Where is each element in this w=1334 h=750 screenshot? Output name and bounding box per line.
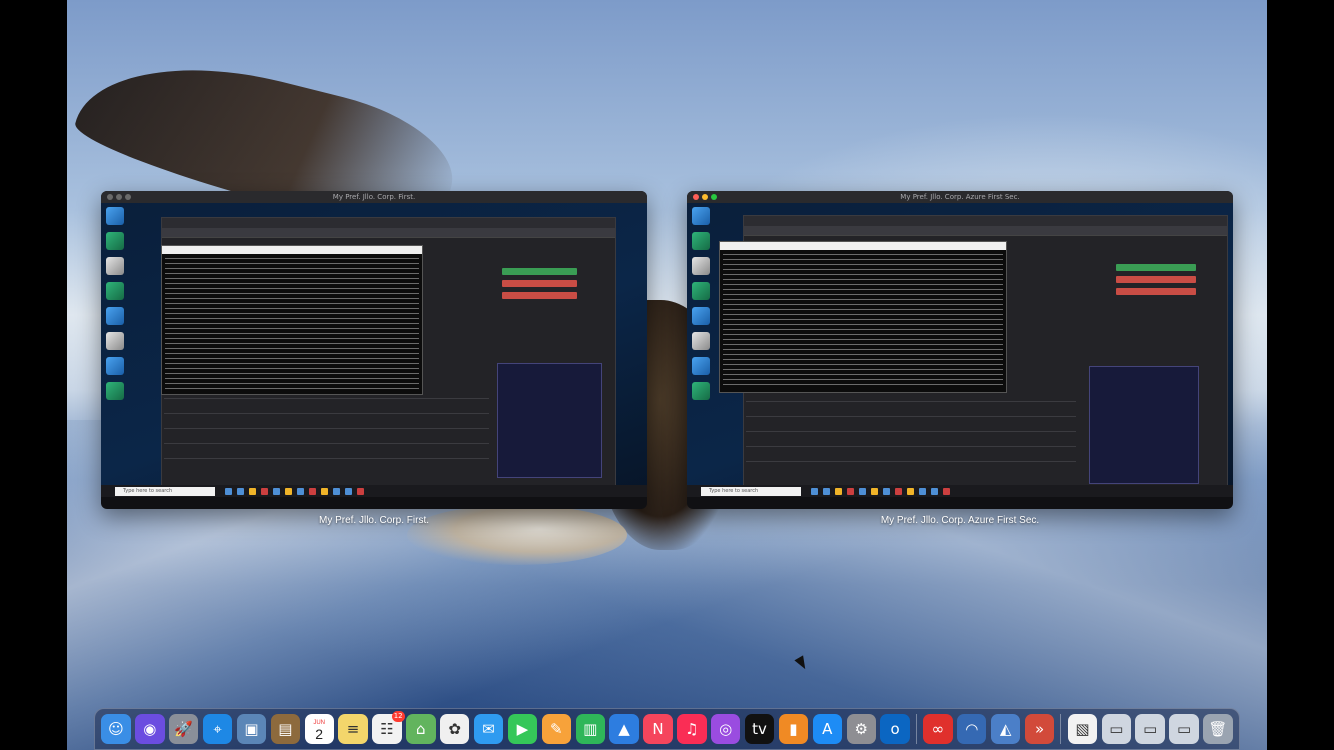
messages-glyph: ✉	[482, 720, 495, 738]
dock-facetime-icon[interactable]: ▶	[507, 714, 538, 744]
preview-glyph: ▣	[244, 720, 259, 738]
dock-apple-tv-icon[interactable]: tv	[744, 714, 775, 744]
books-glyph: ▮	[789, 720, 798, 738]
reminders-glyph: ☷	[380, 720, 394, 738]
dock-news-icon[interactable]: N	[643, 714, 673, 744]
dock-podcasts-icon[interactable]: ◎	[711, 714, 741, 744]
window-thumb-3-glyph: ▭	[1176, 720, 1192, 738]
dock-maps-icon[interactable]: ⌂	[406, 714, 436, 744]
dock-safari-icon[interactable]: ⌖	[202, 714, 233, 744]
dock-messages-icon[interactable]: ✉	[473, 714, 504, 744]
reminders-badge: 12	[391, 711, 405, 722]
windows-taskbar: Type here to search	[101, 485, 647, 497]
apple-tv-glyph: tv	[752, 720, 767, 738]
window-label-2[interactable]: My Pref. Jllo. Corp. Azure First Sec.	[687, 515, 1233, 526]
maps-glyph: ⌂	[416, 720, 426, 738]
launchpad-glyph: 🚀	[174, 720, 194, 738]
window-title: My Pref. Jllo. Corp. First.	[332, 193, 416, 201]
news-glyph: N	[652, 720, 664, 738]
eagle-tail	[407, 505, 627, 565]
dock-preview-icon[interactable]: ▣	[236, 714, 267, 744]
dock-remote-desktop-icon[interactable]: »	[1024, 714, 1055, 744]
creative-cloud-glyph: ∞	[931, 720, 945, 738]
dock-books-icon[interactable]: ▮	[778, 714, 809, 744]
network-radar-glyph: ◭	[999, 720, 1012, 738]
facetime-glyph: ▶	[516, 720, 529, 738]
numbers-glyph: ▥	[583, 720, 598, 738]
system-preferences-glyph: ⚙	[854, 720, 868, 738]
trash-glyph: 🗑	[1208, 720, 1228, 738]
dock-outlook-icon[interactable]: o	[880, 714, 910, 744]
window-thumbnail-1[interactable]: My Pref. Jllo. Corp. First. Type here to…	[101, 191, 647, 509]
window-label-1[interactable]: My Pref. Jllo. Corp. First.	[101, 515, 647, 526]
pages-glyph: ✎	[550, 720, 563, 738]
dock-pages-icon[interactable]: ✎	[541, 714, 571, 744]
dock-wifi-explorer-icon[interactable]: ◠	[957, 714, 987, 744]
dock-separator	[1060, 714, 1062, 744]
remote-desktop-screen[interactable]: Type here to search	[101, 203, 647, 497]
window-titlebar: My Pref. Jllo. Corp. Azure First Sec.	[687, 191, 1233, 203]
taskbar-search[interactable]: Type here to search	[701, 486, 801, 496]
dock-notes-icon[interactable]: ≡	[338, 714, 368, 744]
music-glyph: ♫	[685, 720, 699, 738]
dock-calendar-icon[interactable]: JUN 2	[304, 714, 334, 744]
notes-glyph: ≡	[346, 720, 360, 738]
window-thumbnail-2[interactable]: My Pref. Jllo. Corp. Azure First Sec. Ty…	[687, 191, 1233, 509]
dock-photos-icon[interactable]: ✿	[440, 714, 470, 744]
calendar-day: 2	[315, 726, 324, 742]
dock-notebook-icon[interactable]: ▤	[270, 714, 300, 744]
dock-network-radar-icon[interactable]: ◭	[990, 714, 1021, 744]
podcasts-glyph: ◎	[719, 720, 733, 738]
document-glyph: ▧	[1075, 720, 1090, 738]
window-titlebar: My Pref. Jllo. Corp. First.	[101, 191, 647, 203]
console-window	[161, 245, 423, 395]
dock-keynote-icon[interactable]: ▲	[609, 714, 639, 744]
remote-desktop-screen[interactable]: Type here to search	[687, 203, 1233, 497]
wifi-explorer-glyph: ◠	[965, 720, 979, 738]
dock-window-thumb-3-icon[interactable]: ▭	[1169, 714, 1199, 744]
app-store-glyph: A	[822, 720, 833, 738]
desktop-icons	[104, 207, 126, 407]
window-title: My Pref. Jllo. Corp. Azure First Sec.	[900, 193, 1020, 201]
dock-separator	[916, 714, 917, 744]
dock-window-thumb-2-icon[interactable]: ▭	[1135, 714, 1165, 744]
taskbar-search[interactable]: Type here to search	[115, 486, 215, 496]
notebook-glyph: ▤	[278, 720, 293, 738]
dock-app-store-icon[interactable]: A	[812, 714, 842, 744]
dock: ☺ ◉ 🚀 ⌖ ▣ ▤ JUN 2 ≡ ☷ 12 ⌂ ✿ ✉ ▶ ✎ ▥ ▲ N ♫ ◎ tv ▮ A ⚙ o ∞ ◠ ◭ » ▧ ▭ ▭ ▭ 🗑	[94, 708, 1240, 750]
dock-document-icon[interactable]: ▧	[1067, 714, 1098, 744]
dock-system-preferences-icon[interactable]: ⚙	[846, 714, 876, 744]
console-window	[719, 241, 1007, 393]
photos-glyph: ✿	[448, 720, 461, 738]
keynote-glyph: ▲	[618, 720, 630, 738]
siri-glyph: ◉	[143, 720, 157, 738]
outlook-glyph: o	[890, 720, 900, 738]
window-thumb-2-glyph: ▭	[1143, 720, 1158, 738]
dock-siri-icon[interactable]: ◉	[135, 714, 165, 744]
dock-trash-icon[interactable]: 🗑	[1203, 714, 1233, 744]
desktop-icons	[690, 207, 712, 407]
dock-window-thumb-1-icon[interactable]: ▭	[1101, 714, 1131, 744]
finder-glyph: ☺	[108, 720, 124, 738]
dock-creative-cloud-icon[interactable]: ∞	[923, 714, 953, 744]
dock-reminders-icon[interactable]: ☷ 12	[372, 711, 405, 744]
remote-desktop-glyph: »	[1034, 720, 1045, 738]
dock-finder-icon[interactable]: ☺	[101, 714, 131, 744]
windows-taskbar: Type here to search	[687, 485, 1233, 497]
dock-numbers-icon[interactable]: ▥	[575, 714, 605, 744]
safari-glyph: ⌖	[213, 720, 222, 738]
window-thumb-1-glyph: ▭	[1109, 720, 1124, 738]
dock-launchpad-icon[interactable]: 🚀	[169, 714, 199, 744]
dock-music-icon[interactable]: ♫	[677, 714, 707, 744]
